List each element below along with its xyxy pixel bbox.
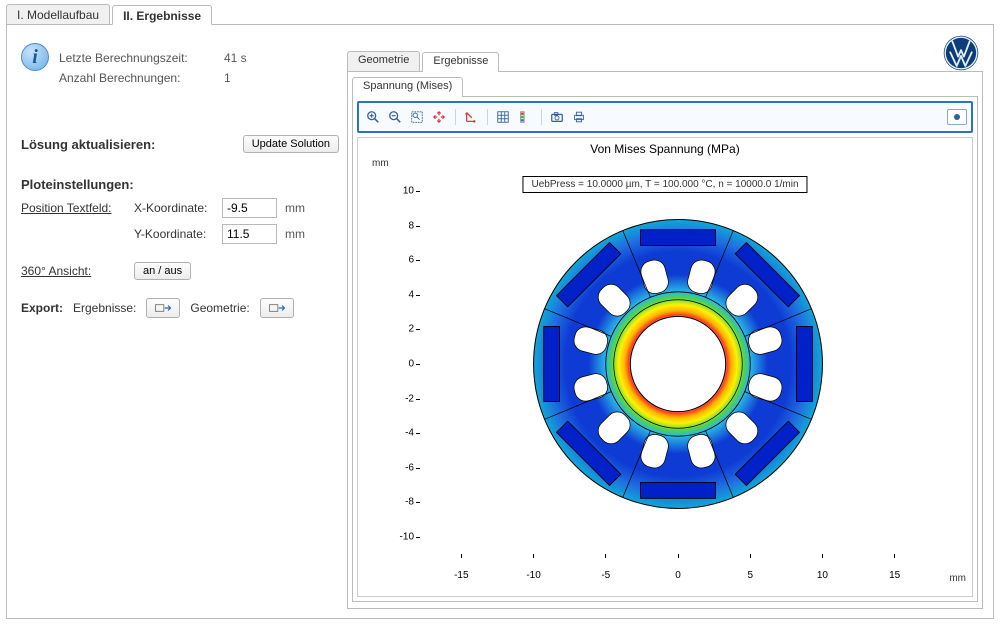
update-solution-button[interactable]: Update Solution [243, 135, 339, 153]
plot-toolbar [357, 101, 973, 133]
plot-title: Von Mises Spannung (MPa) [358, 142, 972, 156]
tab-model[interactable]: I. Modellaufbau [6, 4, 110, 24]
zoom-box-icon[interactable] [407, 107, 427, 127]
x-coord-input[interactable] [222, 198, 277, 218]
view360-toggle-button[interactable]: an / aus [134, 262, 191, 280]
info-icon: i [21, 43, 49, 71]
export-results-label: Ergebnisse: [73, 301, 136, 315]
separator [451, 107, 459, 127]
subtab-results[interactable]: Ergebnisse [422, 52, 499, 72]
export-results-button[interactable] [146, 298, 180, 318]
separator [537, 107, 545, 127]
calc-count-label: Anzahl Berechnungen: [59, 71, 224, 85]
results-panel: i Letzte Berechnungszeit: 41 s Anzahl Be… [6, 25, 994, 619]
y-axis-ticks: -10-8-6-4-20246810 [392, 174, 416, 554]
subtab-geometry[interactable]: Geometrie [347, 51, 420, 71]
plot-tab-mises[interactable]: Spannung (Mises) [352, 77, 463, 97]
view360-label: 360° Ansicht: [21, 264, 126, 278]
y-axis-unit: mm [372, 158, 389, 169]
print-icon[interactable] [569, 107, 589, 127]
legend-icon[interactable] [515, 107, 535, 127]
y-coord-label: Y-Koordinate: [134, 227, 214, 241]
x-unit: mm [285, 201, 305, 215]
stress-plot [418, 174, 938, 554]
solve-label: Lösung aktualisieren: [21, 137, 155, 152]
export-label: Export: [21, 301, 63, 315]
table-icon[interactable] [493, 107, 513, 127]
last-calc-label: Letzte Berechnungszeit: [59, 51, 224, 65]
position-textfield-label: Position Textfeld: [21, 201, 126, 215]
x-axis-ticks: -15-10-5051015 [418, 570, 938, 584]
zoom-extents-icon[interactable] [429, 107, 449, 127]
plot-area[interactable]: Von Mises Spannung (MPa) mm mm UebPress … [357, 137, 973, 597]
animate-button[interactable] [947, 109, 967, 125]
tab-results[interactable]: II. Ergebnisse [112, 5, 212, 25]
x-axis-unit: mm [949, 573, 966, 584]
snapshot-icon[interactable] [547, 107, 567, 127]
y-unit: mm [285, 227, 305, 241]
calc-count-value: 1 [224, 71, 294, 85]
export-geometry-label: Geometrie: [190, 301, 249, 315]
x-coord-label: X-Koordinate: [134, 201, 214, 215]
last-calc-value: 41 s [224, 51, 294, 65]
zoom-out-icon[interactable] [385, 107, 405, 127]
plotsettings-heading: Ploteinstellungen: [21, 177, 339, 192]
export-geometry-button[interactable] [260, 298, 294, 318]
zoom-in-icon[interactable] [363, 107, 383, 127]
separator [483, 107, 491, 127]
y-coord-input[interactable] [222, 224, 277, 244]
axes-icon[interactable] [461, 107, 481, 127]
